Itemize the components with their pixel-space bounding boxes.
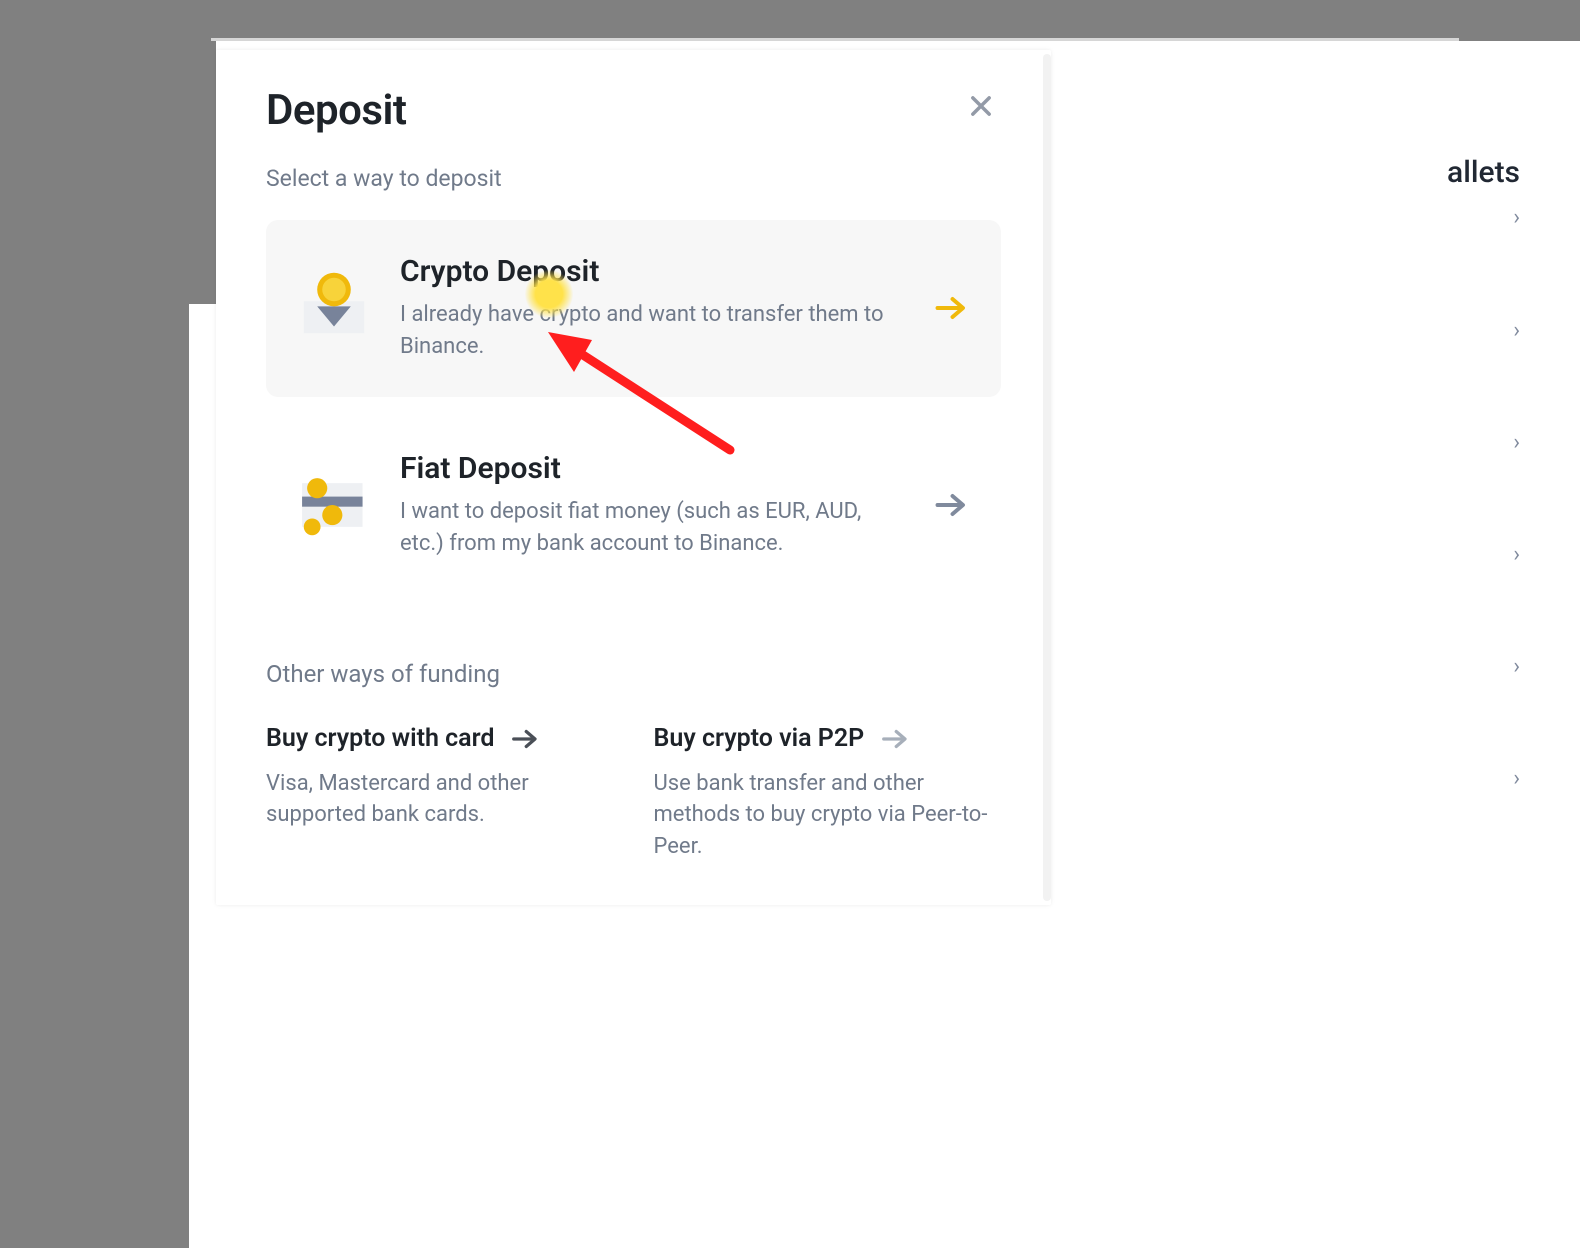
chevron-right-icon: › xyxy=(1513,766,1520,791)
other-buy-card[interactable]: Buy crypto with card Visa, Mastercard an… xyxy=(266,724,614,864)
arrow-right-icon xyxy=(929,487,973,523)
close-icon xyxy=(967,92,995,120)
scrollbar[interactable] xyxy=(1043,54,1051,901)
fiat-deposit-icon xyxy=(286,460,382,550)
deposit-modal: Deposit Select a way to deposit Crypto D… xyxy=(216,50,1051,905)
chevron-right-icon: › xyxy=(1513,654,1520,679)
modal-subtitle: Select a way to deposit xyxy=(266,165,1001,192)
option-title: Fiat Deposit xyxy=(400,451,909,486)
option-crypto-deposit[interactable]: Crypto Deposit I already have crypto and… xyxy=(266,220,1001,397)
other-title: Buy crypto via P2P xyxy=(654,724,865,753)
other-heading: Other ways of funding xyxy=(266,660,1001,688)
other-title: Buy crypto with card xyxy=(266,724,494,753)
other-desc: Visa, Mastercard and other supported ban… xyxy=(266,768,614,832)
overlay-backdrop xyxy=(0,41,216,304)
chevron-right-icon: › xyxy=(1513,318,1520,343)
option-desc: I already have crypto and want to transf… xyxy=(400,299,909,363)
crypto-deposit-icon xyxy=(286,263,382,353)
chevron-right-icon: › xyxy=(1513,430,1520,455)
other-desc: Use bank transfer and other methods to b… xyxy=(654,768,1002,864)
overlay-backdrop xyxy=(0,0,1580,41)
other-buy-p2p[interactable]: Buy crypto via P2P Use bank transfer and… xyxy=(654,724,1002,864)
close-button[interactable] xyxy=(961,86,1001,126)
overlay-backdrop xyxy=(211,38,1459,41)
background-content: allets › › › › › › xyxy=(1060,60,1580,1248)
option-fiat-deposit[interactable]: Fiat Deposit I want to deposit fiat mone… xyxy=(266,417,1001,594)
chevron-right-icon: › xyxy=(1513,542,1520,567)
arrow-right-icon xyxy=(510,724,540,754)
option-title: Crypto Deposit xyxy=(400,254,909,289)
overlay-backdrop xyxy=(0,304,189,1248)
arrow-right-icon xyxy=(929,290,973,326)
chevron-right-icon: › xyxy=(1513,205,1520,230)
wallets-label: allets xyxy=(1447,155,1520,190)
arrow-right-icon xyxy=(880,724,910,754)
option-desc: I want to deposit fiat money (such as EU… xyxy=(400,496,909,560)
modal-title: Deposit xyxy=(266,86,406,135)
